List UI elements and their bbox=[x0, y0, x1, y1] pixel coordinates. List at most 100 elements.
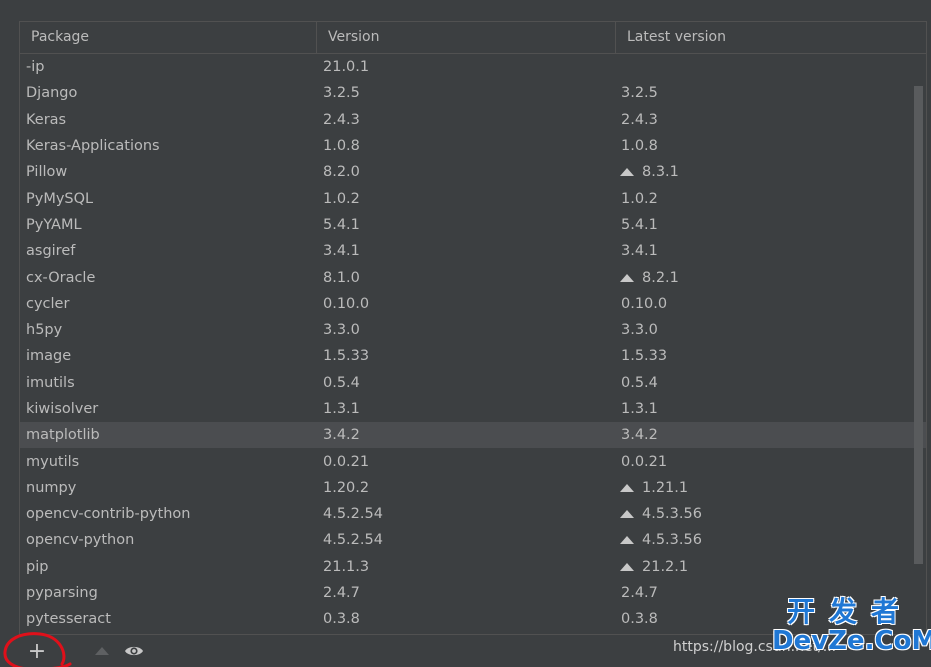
table-row[interactable]: numpy 1.20.2 1.21.1 bbox=[20, 475, 926, 501]
packages-panel: Package Version Latest version -ip 21.0.1… bbox=[0, 0, 931, 667]
version-cell: 21.1.3 bbox=[323, 558, 370, 575]
package-name-cell: matplotlib bbox=[26, 427, 100, 444]
table-row[interactable]: cx-Oracle 8.1.0 8.2.1 bbox=[20, 264, 926, 290]
version-cell: 1.3.1 bbox=[323, 401, 360, 417]
table-row[interactable]: Keras 2.4.3 2.4.3 bbox=[20, 107, 926, 133]
scrollbar-thumb[interactable] bbox=[914, 86, 923, 564]
latest-version-text: 21.2.1 bbox=[642, 558, 689, 575]
upgrade-available-icon bbox=[620, 536, 634, 545]
version-cell: 21.0.1 bbox=[323, 59, 370, 76]
version-cell: 8.2.0 bbox=[323, 164, 360, 181]
version-cell: 8.1.0 bbox=[323, 269, 360, 286]
table-header: Package Version Latest version bbox=[20, 22, 926, 54]
table-row[interactable]: matplotlib 3.4.2 3.4.2 bbox=[20, 422, 926, 449]
table-row[interactable]: opencv-python 4.5.2.54 4.5.3.56 bbox=[20, 527, 926, 553]
watermark-logo-en: DevZe.CoM bbox=[772, 626, 931, 656]
version-cell: 1.20.2 bbox=[323, 479, 370, 496]
package-name-cell: Django bbox=[26, 85, 78, 102]
table-row[interactable]: imutils 0.5.4 0.5.4 bbox=[20, 370, 926, 396]
plus-icon: + bbox=[27, 638, 47, 664]
latest-version-cell: 8.3.1 bbox=[616, 164, 914, 180]
table-row[interactable]: -ip 21.0.1 bbox=[20, 54, 926, 80]
package-name-cell: opencv-contrib-python bbox=[26, 506, 191, 523]
table-body: -ip 21.0.1 Django 3.2.5 3.2.5 Keras 2.4.3 2.4.3… bbox=[20, 54, 926, 634]
table-row[interactable]: PyYAML 5.4.1 5.4.1 bbox=[20, 212, 926, 238]
latest-version-text: 3.4.1 bbox=[621, 243, 658, 260]
packages-table: Package Version Latest version -ip 21.0.1… bbox=[19, 21, 927, 635]
latest-version-text: 5.4.1 bbox=[621, 216, 658, 233]
table-row[interactable]: kiwisolver 1.3.1 1.3.1 bbox=[20, 396, 926, 422]
latest-version-cell: 21.2.1 bbox=[616, 559, 914, 575]
package-name-cell: numpy bbox=[26, 479, 77, 496]
table-row[interactable]: Pillow 8.2.0 8.3.1 bbox=[20, 159, 926, 185]
version-cell: 5.4.1 bbox=[323, 216, 360, 233]
version-cell: 0.0.21 bbox=[323, 453, 370, 470]
package-name-cell: Keras-Applications bbox=[26, 138, 160, 155]
version-cell: 3.3.0 bbox=[323, 322, 360, 339]
package-name-cell: pytesseract bbox=[26, 611, 111, 628]
latest-version-cell: 3.2.5 bbox=[616, 85, 914, 101]
latest-version-cell: 1.3.1 bbox=[616, 401, 914, 417]
latest-version-cell: 1.0.8 bbox=[616, 138, 914, 154]
table-row[interactable]: Keras-Applications 1.0.8 1.0.8 bbox=[20, 133, 926, 159]
table-row[interactable]: cycler 0.10.0 0.10.0 bbox=[20, 291, 926, 317]
vertical-scrollbar[interactable] bbox=[914, 86, 923, 574]
upgrade-available-icon bbox=[620, 273, 634, 282]
table-row[interactable]: h5py 3.3.0 3.3.0 bbox=[20, 317, 926, 343]
latest-version-text: 1.5.33 bbox=[621, 348, 668, 365]
latest-version-text: 1.0.2 bbox=[621, 190, 658, 207]
version-cell: 2.4.3 bbox=[323, 111, 360, 128]
version-cell: 1.0.2 bbox=[323, 190, 360, 207]
package-name-cell: opencv-python bbox=[26, 532, 135, 549]
latest-version-text: 2.4.7 bbox=[621, 585, 658, 602]
show-early-releases-button[interactable] bbox=[123, 640, 145, 662]
table-row[interactable]: image 1.5.33 1.5.33 bbox=[20, 343, 926, 369]
package-name-cell: kiwisolver bbox=[26, 401, 99, 417]
add-package-button[interactable]: + bbox=[26, 638, 48, 664]
upgrade-available-icon bbox=[620, 483, 634, 492]
latest-version-cell: 4.5.3.56 bbox=[616, 506, 914, 522]
latest-version-cell: 1.0.2 bbox=[616, 191, 914, 207]
table-row[interactable]: PyMySQL 1.0.2 1.0.2 bbox=[20, 185, 926, 211]
package-name-cell: asgiref bbox=[26, 243, 76, 260]
version-cell: 4.5.2.54 bbox=[323, 532, 383, 549]
package-name-cell: cycler bbox=[26, 295, 70, 312]
version-cell: 2.4.7 bbox=[323, 585, 360, 602]
latest-version-text: 0.10.0 bbox=[621, 295, 668, 312]
column-header-package[interactable]: Package bbox=[20, 22, 317, 53]
latest-version-cell: 5.4.1 bbox=[616, 217, 914, 233]
package-name-cell: -ip bbox=[26, 59, 45, 76]
upgrade-package-button[interactable] bbox=[91, 640, 113, 662]
table-row[interactable]: myutils 0.0.21 0.0.21 bbox=[20, 448, 926, 474]
up-triangle-icon bbox=[95, 647, 109, 655]
latest-version-text: 3.2.5 bbox=[621, 85, 658, 102]
watermark-logo-cn: 开发者 bbox=[786, 595, 913, 628]
latest-version-cell: 3.4.1 bbox=[616, 243, 914, 259]
package-name-cell: PyYAML bbox=[26, 216, 82, 233]
table-row[interactable]: pip 21.1.3 21.2.1 bbox=[20, 554, 926, 580]
column-header-version[interactable]: Version bbox=[317, 22, 616, 53]
table-row[interactable]: asgiref 3.4.1 3.4.1 bbox=[20, 238, 926, 264]
table-row[interactable]: opencv-contrib-python 4.5.2.54 4.5.3.56 bbox=[20, 501, 926, 527]
table-row[interactable]: Django 3.2.5 3.2.5 bbox=[20, 80, 926, 106]
latest-version-cell: 1.21.1 bbox=[616, 480, 914, 496]
package-name-cell: imutils bbox=[26, 374, 75, 391]
package-name-cell: Pillow bbox=[26, 164, 68, 181]
version-cell: 4.5.2.54 bbox=[323, 506, 383, 523]
latest-version-cell: 3.4.2 bbox=[616, 427, 914, 443]
package-name-cell: h5py bbox=[26, 322, 63, 339]
package-name-cell: cx-Oracle bbox=[26, 269, 96, 286]
version-cell: 0.3.8 bbox=[323, 611, 360, 628]
column-header-latest-version[interactable]: Latest version bbox=[616, 22, 914, 53]
latest-version-text: 3.4.2 bbox=[621, 427, 658, 444]
watermark-logo: 开发者 DevZe.CoM bbox=[772, 595, 931, 656]
latest-version-text: 0.0.21 bbox=[621, 453, 668, 470]
package-name-cell: Keras bbox=[26, 111, 67, 128]
latest-version-cell: 0.0.21 bbox=[616, 454, 914, 470]
version-cell: 0.5.4 bbox=[323, 374, 360, 391]
version-cell: 1.0.8 bbox=[323, 138, 360, 155]
package-name-cell: myutils bbox=[26, 453, 80, 470]
latest-version-text: 4.5.3.56 bbox=[642, 506, 702, 523]
latest-version-text: 0.5.4 bbox=[621, 374, 658, 391]
package-name-cell: pyparsing bbox=[26, 585, 98, 602]
